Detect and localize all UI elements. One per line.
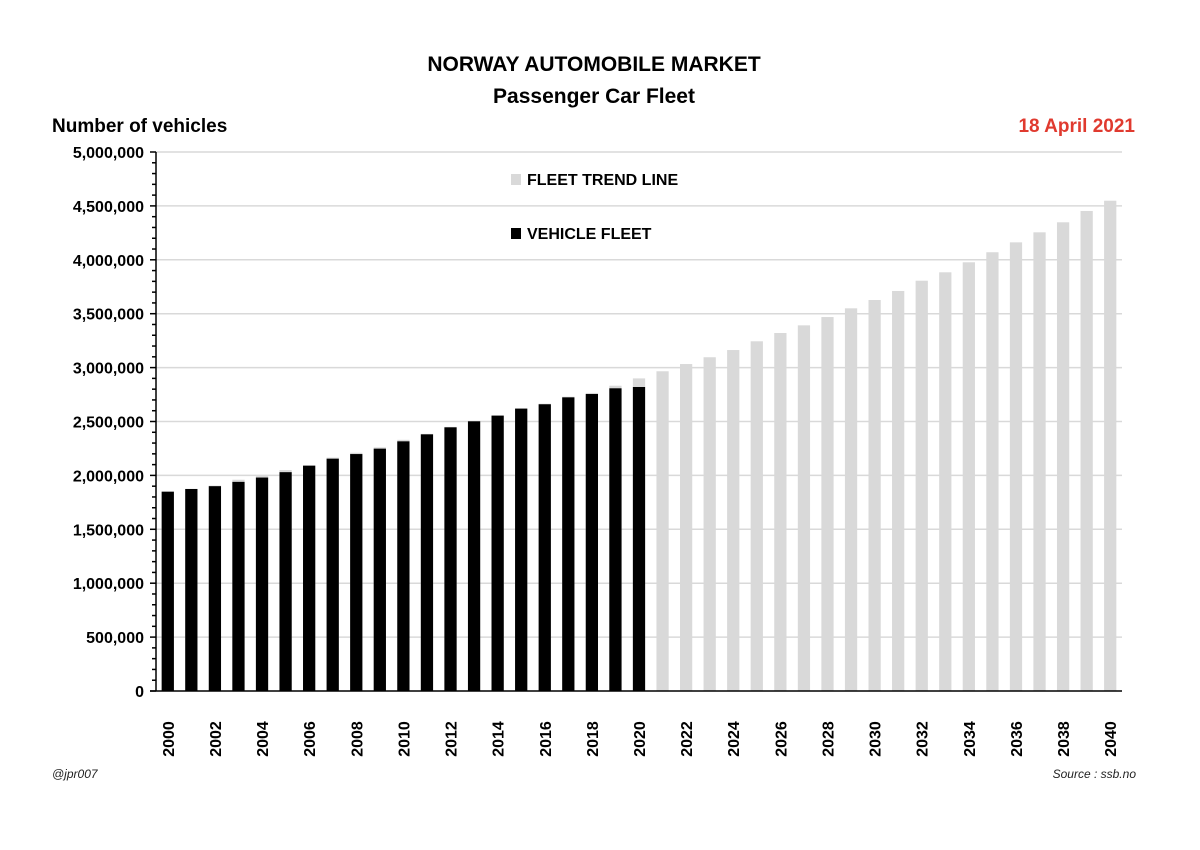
fleet-bar-2013 bbox=[467, 421, 481, 691]
trend-bar-2033 bbox=[939, 272, 952, 691]
y-tick-label: 4,000,000 bbox=[73, 253, 144, 270]
legend: FLEET TREND LINE VEHICLE FLEET bbox=[511, 172, 678, 243]
fleet-bar-2003 bbox=[232, 481, 245, 691]
trend-bar-2024 bbox=[727, 350, 740, 691]
trend-bar-2028 bbox=[821, 317, 834, 691]
trend-bar-2030 bbox=[868, 300, 881, 691]
fleet-bar-2011 bbox=[420, 434, 434, 691]
x-tick-label: 2016 bbox=[538, 721, 555, 757]
fleet-bar-2015 bbox=[515, 408, 528, 691]
x-tick-label: 2000 bbox=[161, 721, 178, 757]
x-tick-label: 2030 bbox=[868, 721, 885, 757]
fleet-bar-2004 bbox=[255, 477, 269, 691]
x-tick-label: 2028 bbox=[820, 721, 837, 757]
fleet-bar-2005 bbox=[279, 472, 292, 691]
trend-bar-2034 bbox=[962, 262, 975, 691]
fleet-bar-2006 bbox=[303, 465, 316, 691]
x-tick-label: 2002 bbox=[208, 721, 225, 757]
x-tick-label: 2034 bbox=[962, 721, 979, 757]
author-credit: @jpr007 bbox=[52, 767, 98, 781]
y-tick-label: 1,500,000 bbox=[73, 522, 144, 539]
trend-bar-2025 bbox=[750, 341, 763, 691]
fleet-bar-2016 bbox=[538, 404, 551, 691]
trend-bar-2039 bbox=[1080, 210, 1093, 691]
x-tick-label: 2004 bbox=[255, 721, 272, 757]
fleet-bar-2001 bbox=[185, 488, 198, 691]
fleet-bars bbox=[161, 387, 646, 691]
fleet-bar-2014 bbox=[491, 415, 504, 691]
bar-chart: 0 500,000 1,000,000 1,500,000 2,000,000 2,500… bbox=[73, 145, 1122, 757]
x-tick-label: 2012 bbox=[444, 721, 461, 757]
fleet-bar-2008 bbox=[350, 454, 363, 691]
y-tick-label: 0 bbox=[135, 684, 144, 701]
fleet-bar-2007 bbox=[326, 458, 339, 691]
y-tick-label: 500,000 bbox=[86, 630, 144, 647]
trend-bar-2035 bbox=[986, 252, 999, 691]
trend-bar-2026 bbox=[774, 332, 787, 691]
legend-label-fleet: VEHICLE FLEET bbox=[527, 226, 652, 243]
y-tick-label: 2,000,000 bbox=[73, 468, 144, 485]
fleet-bar-2019 bbox=[609, 388, 622, 691]
x-tick-label: 2008 bbox=[349, 721, 366, 757]
x-tick-label: 2010 bbox=[396, 721, 413, 757]
y-tick-label: 3,500,000 bbox=[73, 307, 144, 324]
source-note: Source : ssb.no bbox=[1052, 767, 1136, 781]
trend-bar-2031 bbox=[892, 290, 905, 691]
y-tick-label: 2,500,000 bbox=[73, 415, 144, 432]
x-tick-label: 2018 bbox=[585, 721, 602, 757]
x-tick-label: 2014 bbox=[491, 721, 508, 757]
x-tick-label: 2006 bbox=[302, 721, 319, 757]
fleet-bar-2009 bbox=[373, 448, 386, 691]
trend-bar-2029 bbox=[844, 308, 858, 691]
trend-bar-2021 bbox=[656, 371, 669, 691]
x-tick-label: 2024 bbox=[726, 721, 743, 757]
trend-bar-2022 bbox=[679, 364, 693, 691]
legend-swatch-trend bbox=[511, 174, 521, 185]
x-tick-label: 2022 bbox=[679, 721, 696, 757]
legend-label-trend: FLEET TREND LINE bbox=[527, 172, 678, 189]
fleet-bar-2000 bbox=[161, 491, 174, 691]
x-tick-label: 2032 bbox=[915, 721, 932, 757]
trend-bar-2027 bbox=[797, 325, 811, 691]
trend-bar-2037 bbox=[1033, 232, 1046, 691]
trend-bar-2036 bbox=[1009, 242, 1023, 691]
fleet-bar-2002 bbox=[208, 486, 222, 691]
trend-bar-2023 bbox=[703, 357, 716, 691]
legend-swatch-fleet bbox=[511, 228, 521, 239]
fleet-bar-2018 bbox=[585, 394, 599, 691]
x-tick-label: 2040 bbox=[1103, 721, 1120, 757]
trend-bar-2038 bbox=[1056, 222, 1070, 692]
fleet-bar-2010 bbox=[397, 441, 410, 691]
x-tick-labels: 2000 2002 2004 2006 2008 2010 2012 2014 2016 2018… bbox=[161, 721, 1120, 757]
y-tick-label: 1,000,000 bbox=[73, 576, 144, 593]
x-tick-label: 2026 bbox=[773, 721, 790, 757]
y-tick-label: 3,000,000 bbox=[73, 361, 144, 378]
y-tick-labels: 0 500,000 1,000,000 1,500,000 2,000,000 2,500… bbox=[73, 145, 144, 701]
fleet-bar-2017 bbox=[562, 397, 575, 691]
trend-bar-2032 bbox=[915, 280, 928, 691]
x-tick-label: 2036 bbox=[1009, 721, 1026, 757]
trend-bar-2040 bbox=[1104, 200, 1117, 692]
y-tick-label: 4,500,000 bbox=[73, 199, 144, 216]
y-tick-label: 5,000,000 bbox=[73, 145, 144, 162]
fleet-bar-2012 bbox=[444, 427, 457, 691]
x-tick-label: 2038 bbox=[1056, 721, 1073, 757]
x-tick-label: 2020 bbox=[632, 721, 649, 757]
fleet-bar-2020 bbox=[632, 387, 646, 691]
